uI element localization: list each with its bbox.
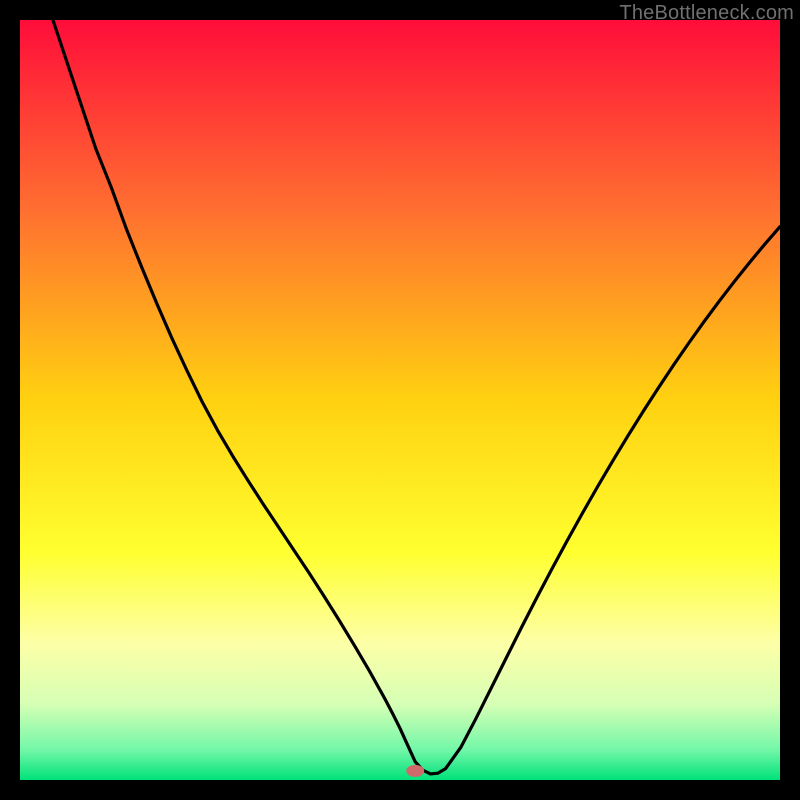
gradient-background xyxy=(20,20,780,780)
chart-frame: TheBottleneck.com xyxy=(0,0,800,800)
bottleneck-chart xyxy=(20,20,780,780)
optimum-marker xyxy=(406,765,424,777)
